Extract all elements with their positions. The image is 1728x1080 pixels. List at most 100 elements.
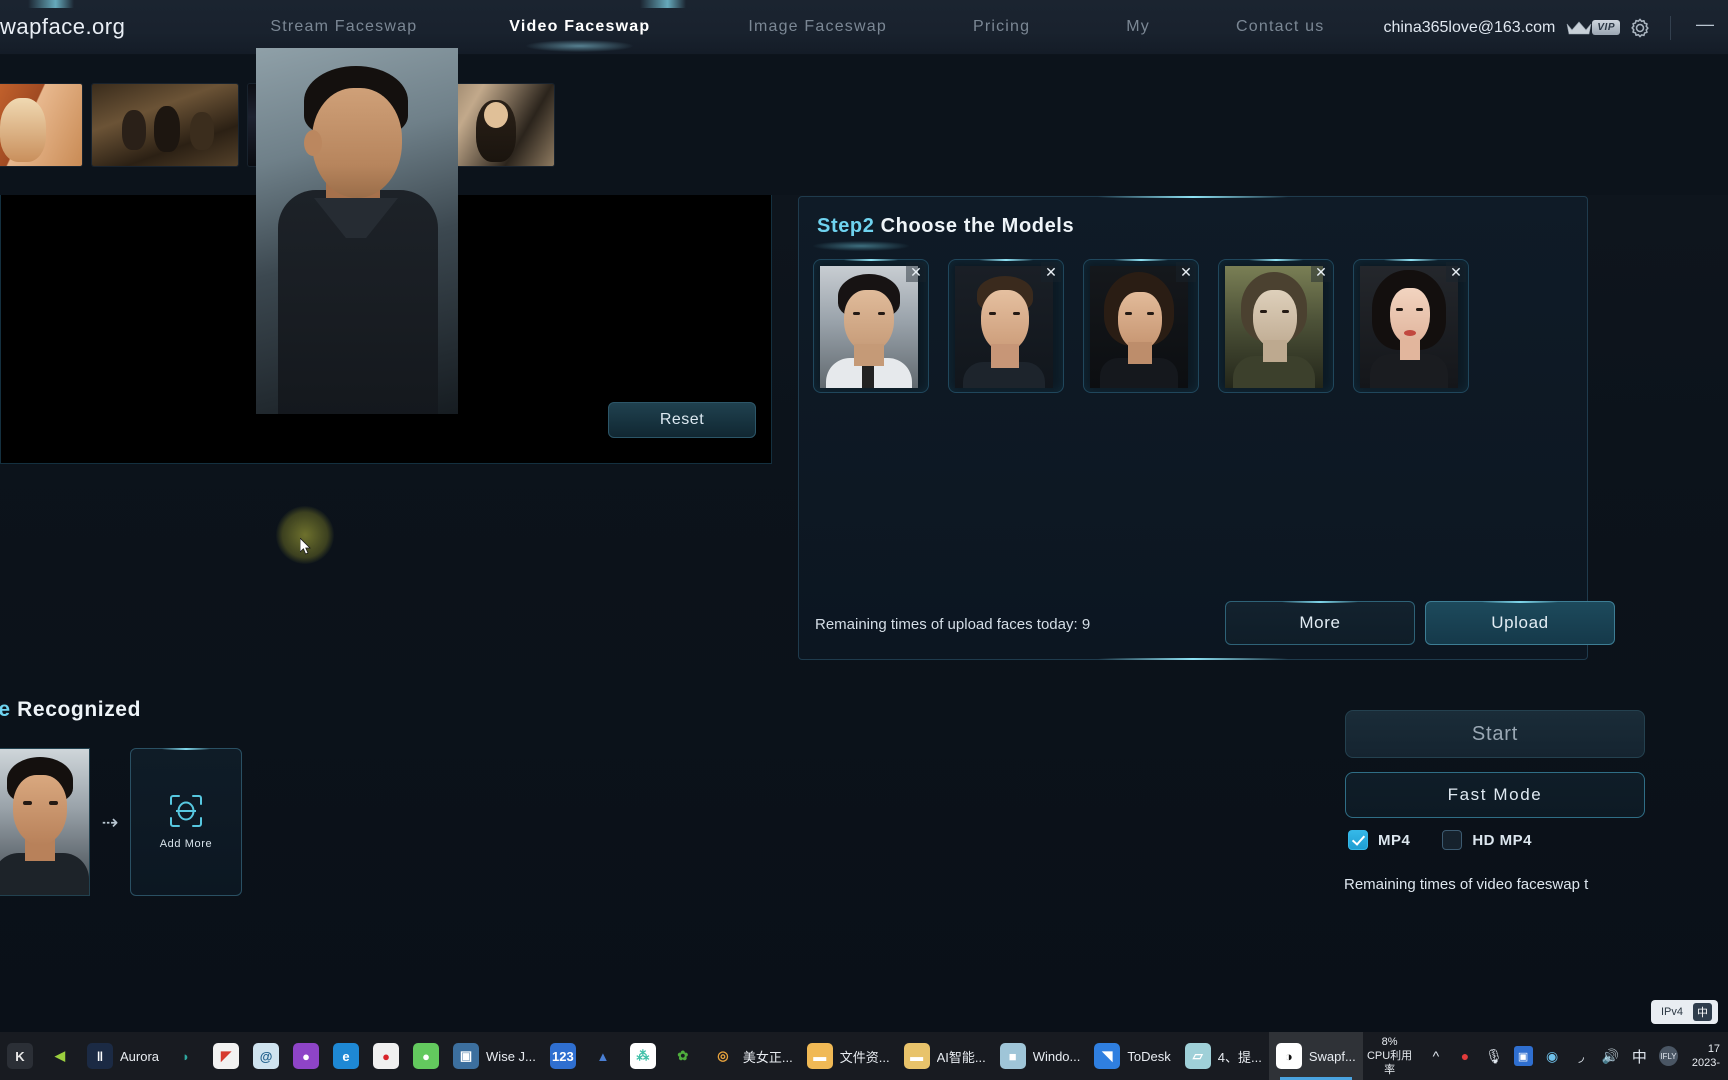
wise-icon: ▣: [453, 1043, 479, 1069]
brand-logo[interactable]: wapface.org: [0, 14, 125, 40]
recognized-face-card[interactable]: [0, 748, 90, 896]
filmstrip-frame[interactable]: [0, 84, 82, 166]
mp4-checkbox[interactable]: [1348, 830, 1368, 850]
reset-button[interactable]: Reset: [608, 402, 756, 438]
model-thumbnail: [1225, 266, 1323, 388]
model-card[interactable]: ✕: [1218, 259, 1334, 393]
hd-mp4-checkbox[interactable]: [1442, 830, 1462, 850]
add-more-label: Add More: [160, 838, 213, 850]
teal-drop-icon: ◗: [173, 1043, 199, 1069]
mouse-cursor-icon: [300, 538, 312, 556]
notepad-icon: ▱: [1185, 1043, 1211, 1069]
remove-model-button[interactable]: ✕: [1311, 262, 1331, 282]
at-mail-icon: @: [253, 1043, 279, 1069]
pdf-red-icon: ◤: [213, 1043, 239, 1069]
model-card-grid: ✕ ✕ ✕: [813, 259, 1469, 393]
taskbar-item-aurora[interactable]: ‖Aurora: [80, 1032, 166, 1080]
remove-model-button[interactable]: ✕: [1041, 262, 1061, 282]
nav-item-stream-faceswap[interactable]: Stream Faceswap: [270, 18, 417, 36]
taskbar-item-chrome[interactable]: ◎美女正...: [703, 1032, 800, 1080]
account-email[interactable]: china365love@163.com: [1383, 19, 1555, 37]
remove-model-button[interactable]: ✕: [1176, 262, 1196, 282]
fast-mode-selector[interactable]: Fast Mode: [1345, 772, 1645, 818]
model-thumbnail: [1360, 266, 1458, 388]
record-red-icon: ●: [373, 1043, 399, 1069]
minimize-button[interactable]: —: [1686, 17, 1724, 39]
taskbar-item-three-circles[interactable]: ⁂: [623, 1032, 663, 1080]
taskbar-item-edge-browser[interactable]: e: [326, 1032, 366, 1080]
taskbar-item-at-mail[interactable]: @: [246, 1032, 286, 1080]
main-nav: Stream Faceswap Video Faceswap Image Fac…: [270, 18, 1416, 36]
nav-item-my[interactable]: My: [1126, 18, 1150, 36]
volume-icon[interactable]: 🔊: [1601, 1046, 1620, 1066]
nav-item-video-faceswap[interactable]: Video Faceswap: [509, 18, 650, 36]
mp4-label: MP4: [1378, 832, 1410, 849]
arrow-right-icon: ⇢: [90, 810, 130, 835]
model-card[interactable]: ✕: [813, 259, 929, 393]
app-header: wapface.org Stream Faceswap Video Facesw…: [0, 0, 1728, 55]
model-card[interactable]: ✕: [1353, 259, 1469, 393]
cpu-label: CPU利用率: [1363, 1049, 1417, 1077]
translate-icon[interactable]: ◉: [1543, 1046, 1562, 1066]
taskbar-item-pdf-red[interactable]: ◤: [206, 1032, 246, 1080]
camera-icon[interactable]: ▣: [1514, 1046, 1533, 1066]
remove-model-button[interactable]: ✕: [1446, 262, 1466, 282]
taskbar-item-swapface[interactable]: ◑Swapf...: [1269, 1032, 1363, 1080]
nav-item-image-faceswap[interactable]: Image Faceswap: [748, 18, 887, 36]
photos-icon: ■: [1000, 1043, 1026, 1069]
taskbar-item-record-red[interactable]: ●: [366, 1032, 406, 1080]
microphone-icon[interactable]: 🎙: [1484, 1046, 1503, 1066]
taskbar-item-folder-yellow[interactable]: ▬AI智能...: [897, 1032, 993, 1080]
vip-status: VIP: [1566, 20, 1620, 36]
add-more-face-button[interactable]: Add More: [130, 748, 242, 896]
clock-time: 17: [1692, 1042, 1720, 1056]
ime-floating-bar[interactable]: IPv4 中: [1651, 1000, 1718, 1024]
start-button[interactable]: Start: [1345, 710, 1645, 758]
taskbar-item-panda-green[interactable]: ●: [406, 1032, 446, 1080]
purple-circle-icon: ●: [293, 1043, 319, 1069]
taskbar-item-123-blue[interactable]: 123: [543, 1032, 583, 1080]
record-icon[interactable]: ●: [1455, 1046, 1474, 1066]
upload-button[interactable]: Upload: [1425, 601, 1615, 645]
taskbar-clock[interactable]: 17 2023-: [1688, 1042, 1720, 1070]
chevron-up-icon[interactable]: ^: [1426, 1046, 1445, 1066]
ime-right-label[interactable]: 中: [1693, 1003, 1712, 1021]
taskbar-item-blue-cloud[interactable]: ▲: [583, 1032, 623, 1080]
remaining-video-faceswap-text: Remaining times of video faceswap t: [1344, 876, 1588, 893]
cpu-percent: 8%: [1363, 1035, 1417, 1049]
taskbar-item-green-swirl[interactable]: ✿: [663, 1032, 703, 1080]
taskbar-item-folder-explorer[interactable]: ▬ 文件资...: [800, 1032, 897, 1080]
taskbar-item-purple-circle[interactable]: ●: [286, 1032, 326, 1080]
aurora-icon: ‖: [87, 1043, 113, 1069]
panel-accent: [640, 0, 686, 8]
cpu-usage-indicator[interactable]: 8% CPU利用率: [1363, 1035, 1417, 1077]
taskbar-item-green-arrow[interactable]: ◀: [40, 1032, 80, 1080]
iflytek-icon[interactable]: IFLY: [1659, 1046, 1678, 1066]
step2-title: Step2 Choose the Models: [817, 215, 1074, 238]
model-card[interactable]: ✕: [1083, 259, 1199, 393]
wifi-icon[interactable]: ◞: [1572, 1046, 1591, 1066]
nav-item-pricing[interactable]: Pricing: [973, 18, 1030, 36]
remove-model-button[interactable]: ✕: [906, 262, 926, 282]
taskbar-item-label: Swapf...: [1309, 1049, 1356, 1064]
folder-explorer-icon: ▬: [807, 1043, 833, 1069]
nav-item-contact-us[interactable]: Contact us: [1236, 18, 1324, 36]
taskbar-item-label: 文件资...: [840, 1047, 890, 1066]
gear-icon[interactable]: [1629, 17, 1651, 39]
taskbar-item-kuaishou[interactable]: K: [0, 1032, 40, 1080]
ime-chinese-icon[interactable]: 中: [1630, 1046, 1649, 1066]
video-preview-frame[interactable]: [256, 48, 458, 414]
taskbar-item-wise[interactable]: ▣Wise J...: [446, 1032, 543, 1080]
taskbar-item-todesk[interactable]: ◥ToDesk: [1087, 1032, 1177, 1080]
taskbar-item-notepad[interactable]: ▱4、提...: [1178, 1032, 1269, 1080]
filmstrip-frame[interactable]: [92, 84, 238, 166]
recognized-faces-row: ⇢ Add More: [0, 748, 242, 896]
more-button[interactable]: More: [1225, 601, 1415, 645]
recognized-title-highlight: le: [0, 698, 11, 721]
taskbar-item-photos[interactable]: ■Windo...: [993, 1032, 1088, 1080]
model-thumbnail: [955, 266, 1053, 388]
taskbar-item-teal-drop[interactable]: ◗: [166, 1032, 206, 1080]
model-card[interactable]: ✕: [948, 259, 1064, 393]
taskbar-item-label: 美女正...: [743, 1047, 793, 1066]
todesk-icon: ◥: [1094, 1043, 1120, 1069]
